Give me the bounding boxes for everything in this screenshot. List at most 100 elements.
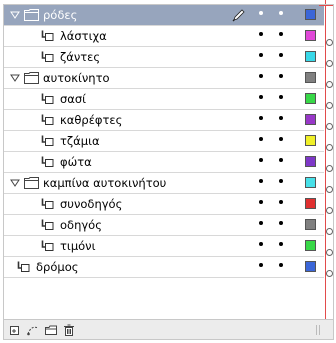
new-layer-icon[interactable]	[8, 323, 22, 337]
layers-toolbar	[4, 319, 333, 339]
layer-list: ρόδες λάστιχα ζάντες αυτοκίνητο σασί καθρέφτε…	[4, 5, 324, 278]
lock-toggle[interactable]	[279, 137, 283, 141]
outline-color-swatch[interactable]	[305, 30, 316, 41]
keyframe-marker[interactable]	[326, 165, 333, 172]
scroll-grip-icon[interactable]	[315, 325, 321, 335]
layer-icon	[41, 93, 54, 104]
outline-color-swatch[interactable]	[305, 114, 316, 125]
visibility-toggle[interactable]	[259, 74, 263, 78]
layer-row[interactable]: οδηγός	[4, 215, 324, 236]
layer-row[interactable]: σασί	[4, 89, 324, 110]
layer-row[interactable]: δρόμος	[4, 257, 324, 278]
lock-toggle[interactable]	[279, 158, 283, 162]
keyframe-marker[interactable]	[326, 81, 333, 88]
visibility-toggle[interactable]	[259, 221, 263, 225]
folder-row[interactable]: αυτοκίνητο	[4, 68, 324, 89]
keyframe-marker[interactable]	[326, 144, 333, 151]
lock-toggle[interactable]	[279, 116, 283, 120]
visibility-toggle[interactable]	[259, 11, 263, 15]
keyframe-marker[interactable]	[326, 228, 333, 235]
layer-label: σασί	[60, 92, 87, 106]
layer-icon	[41, 198, 54, 209]
lock-toggle[interactable]	[279, 74, 283, 78]
layer-icon	[41, 135, 54, 146]
layer-label: συνοδηγός	[60, 197, 123, 211]
visibility-toggle[interactable]	[259, 242, 263, 246]
layer-icon	[41, 30, 54, 41]
motion-guide-icon[interactable]	[26, 323, 40, 337]
visibility-toggle[interactable]	[259, 200, 263, 204]
outline-color-swatch[interactable]	[305, 51, 316, 62]
lock-toggle[interactable]	[279, 11, 283, 15]
keyframe-marker[interactable]	[326, 60, 333, 67]
visibility-toggle[interactable]	[259, 263, 263, 267]
lock-toggle[interactable]	[279, 179, 283, 183]
outline-color-swatch[interactable]	[305, 9, 316, 20]
keyframe-marker[interactable]	[326, 207, 333, 214]
visibility-toggle[interactable]	[259, 32, 263, 36]
layer-row[interactable]: λάστιχα	[4, 26, 324, 47]
layer-label: ζάντες	[60, 50, 101, 64]
lock-toggle[interactable]	[279, 53, 283, 57]
layer-row[interactable]: ζάντες	[4, 47, 324, 68]
outline-color-swatch[interactable]	[305, 135, 316, 146]
layer-row[interactable]: τζάμια	[4, 131, 324, 152]
keyframe-marker[interactable]	[326, 102, 333, 109]
layer-label: καμπίνα αυτοκινήτου	[43, 176, 167, 190]
expand-triangle-icon[interactable]	[10, 10, 20, 20]
visibility-toggle[interactable]	[259, 179, 263, 183]
layer-icon	[41, 51, 54, 62]
layer-row[interactable]: καθρέφτες	[4, 110, 324, 131]
trash-icon[interactable]	[62, 323, 76, 337]
layer-icon	[41, 240, 54, 251]
visibility-toggle[interactable]	[259, 137, 263, 141]
layer-row[interactable]: συνοδηγός	[4, 194, 324, 215]
keyframe-marker[interactable]	[326, 249, 333, 256]
expand-triangle-icon[interactable]	[10, 178, 20, 188]
layer-icon	[41, 114, 54, 125]
layer-row[interactable]: φώτα	[4, 152, 324, 173]
layer-row[interactable]: τιμόνι	[4, 236, 324, 257]
keyframe-marker[interactable]	[326, 186, 333, 193]
layer-label: δρόμος	[36, 260, 79, 274]
keyframe-marker[interactable]	[326, 270, 333, 277]
layer-label: αυτοκίνητο	[43, 71, 110, 85]
keyframe-marker[interactable]	[326, 39, 333, 46]
outline-color-swatch[interactable]	[305, 72, 316, 83]
lock-toggle[interactable]	[279, 242, 283, 246]
layers-panel: ρόδες λάστιχα ζάντες αυτοκίνητο σασί καθρέφτε…	[0, 0, 336, 343]
outline-color-swatch[interactable]	[305, 156, 316, 167]
lock-toggle[interactable]	[279, 221, 283, 225]
folder-row[interactable]: ρόδες	[4, 5, 324, 26]
outline-color-swatch[interactable]	[305, 177, 316, 188]
visibility-toggle[interactable]	[259, 53, 263, 57]
layer-label: λάστιχα	[60, 29, 107, 43]
lock-toggle[interactable]	[279, 200, 283, 204]
visibility-toggle[interactable]	[259, 95, 263, 99]
layer-label: φώτα	[60, 155, 92, 169]
outline-color-swatch[interactable]	[305, 219, 316, 230]
outline-color-swatch[interactable]	[305, 93, 316, 104]
folder-icon	[24, 72, 39, 84]
new-folder-icon[interactable]	[44, 323, 58, 337]
layer-label: καθρέφτες	[60, 113, 123, 127]
layer-icon	[41, 156, 54, 167]
expand-triangle-icon[interactable]	[10, 73, 20, 83]
lock-toggle[interactable]	[279, 263, 283, 267]
layer-icon	[41, 219, 54, 230]
layer-label: τζάμια	[60, 134, 100, 148]
layer-label: οδηγός	[60, 218, 102, 232]
folder-row[interactable]: καμπίνα αυτοκινήτου	[4, 173, 324, 194]
lock-toggle[interactable]	[279, 32, 283, 36]
lock-toggle[interactable]	[279, 95, 283, 99]
outline-color-swatch[interactable]	[305, 261, 316, 272]
playhead-top	[319, 5, 334, 6]
outline-color-swatch[interactable]	[305, 240, 316, 251]
folder-icon	[24, 177, 39, 189]
outline-color-swatch[interactable]	[305, 198, 316, 209]
pencil-icon	[232, 9, 245, 22]
keyframe-marker[interactable]	[326, 123, 333, 130]
layer-label: τιμόνι	[60, 239, 96, 253]
visibility-toggle[interactable]	[259, 158, 263, 162]
visibility-toggle[interactable]	[259, 116, 263, 120]
